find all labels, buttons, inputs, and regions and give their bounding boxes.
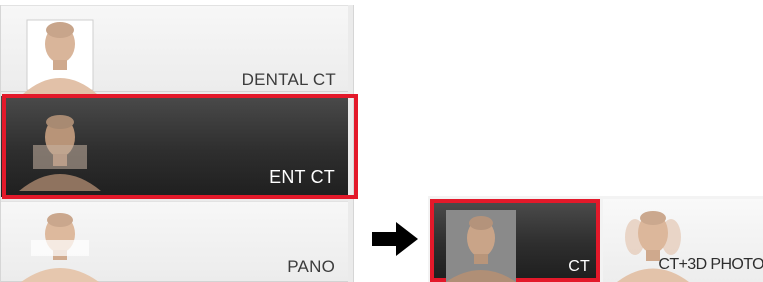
mode-list: DENTAL CT ENT CT PANO	[0, 5, 354, 282]
head-portrait-icon	[15, 10, 105, 94]
right-arrow-icon	[372, 222, 418, 256]
mode-item-ent-ct[interactable]: ENT CT	[1, 96, 348, 197]
mode-bar: CT CT+3D PHOTO	[428, 196, 763, 282]
mode-item-pano[interactable]: PANO	[1, 201, 348, 282]
mode-button-ct-3d-photo[interactable]: CT+3D PHOTO	[603, 199, 763, 282]
mode-button-ct[interactable]: CT	[430, 199, 600, 282]
mode-label-ent-ct: ENT CT	[269, 167, 335, 187]
mode-item-dental-ct[interactable]: DENTAL CT	[1, 5, 348, 94]
mode-label-dental-ct: DENTAL CT	[241, 70, 336, 89]
head-portrait-icon	[446, 210, 516, 282]
head-portrait-icon	[15, 208, 105, 282]
mode-label-ct: CT	[568, 258, 590, 275]
head-portrait-icon	[15, 107, 105, 191]
mode-label-ct-3d-photo: CT+3D PHOTO	[658, 256, 763, 273]
mode-label-pano: PANO	[287, 257, 335, 276]
